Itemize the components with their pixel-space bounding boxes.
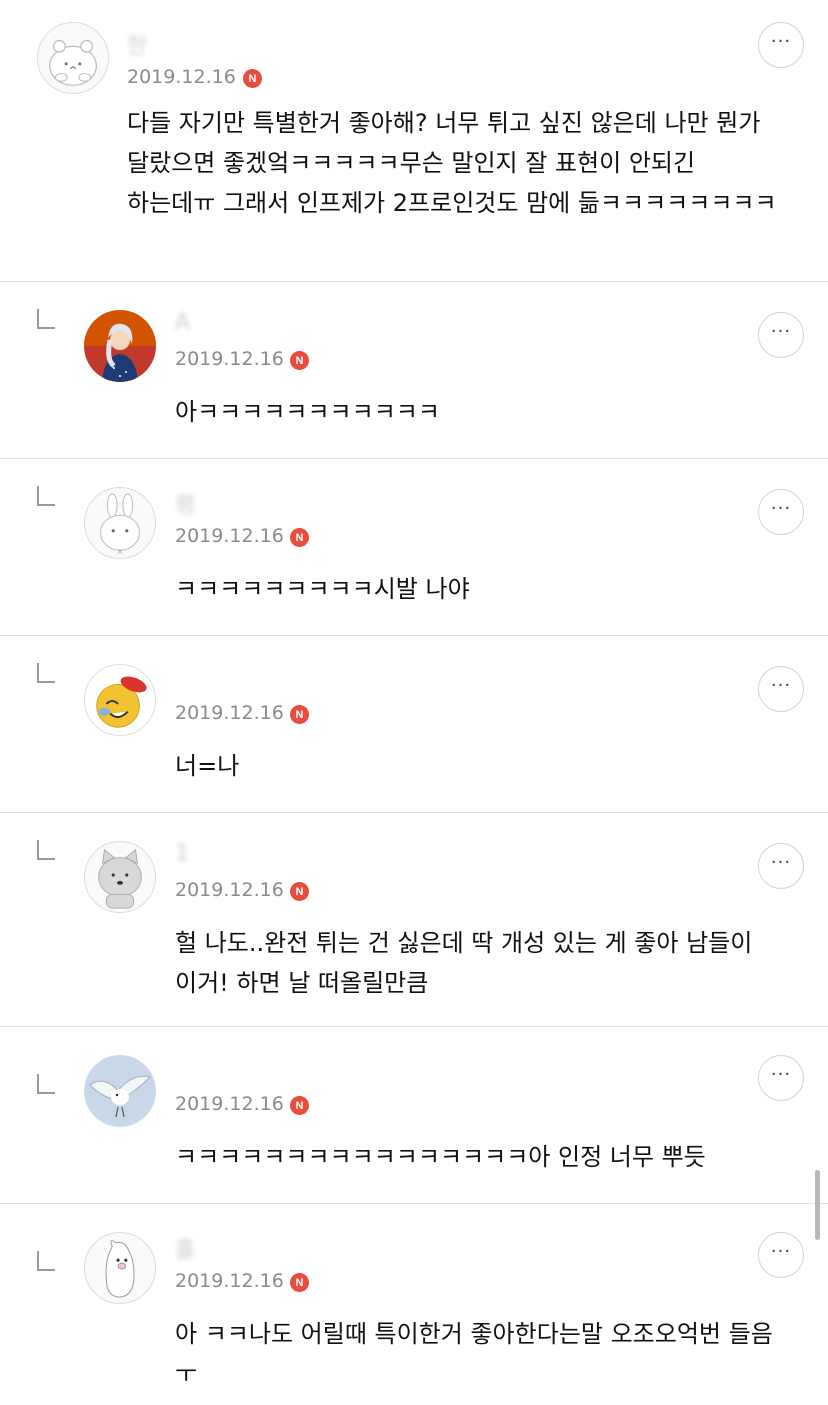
more-options-button[interactable]: ··· xyxy=(758,489,804,535)
new-badge: N xyxy=(290,882,309,901)
rabbit-icon[interactable]: × xyxy=(84,487,156,559)
comment-text: 다들 자기만 특별한거 좋아해? 너무 튀고 싶진 않은데 나만 뭔가 달랐으면… xyxy=(127,109,777,217)
comment-text: ㅋㅋㅋㅋㅋㅋㅋㅋㅋㅋㅋㅋㅋㅋㅋㅋ아 인정 너무 뿌듯 xyxy=(175,1143,706,1171)
new-badge: N xyxy=(243,69,262,88)
comment-text: ㅋㅋㅋㅋㅋㅋㅋㅋㅋ시발 나야 xyxy=(175,575,470,603)
comment-date: 2019.12.16 xyxy=(175,702,284,724)
new-badge: N xyxy=(290,1273,309,1292)
comment-date: 2019.12.16 xyxy=(175,879,284,901)
comment-date: 2019.12.16 xyxy=(127,66,236,88)
more-icon: ··· xyxy=(770,675,792,696)
comment-author[interactable]: 1 xyxy=(175,841,195,866)
more-options-button[interactable]: ··· xyxy=(758,666,804,712)
more-icon: ··· xyxy=(770,852,792,873)
more-options-button[interactable]: ··· xyxy=(758,22,804,68)
more-icon: ··· xyxy=(770,1241,792,1262)
comment-item: 한 2019.12.16 N ··· 다들 자기만 특별한거 좋아해? 너무 튀… xyxy=(0,0,828,282)
more-icon: ··· xyxy=(770,31,792,52)
more-options-button[interactable]: ··· xyxy=(758,843,804,889)
comment-date: 2019.12.16 xyxy=(175,348,284,370)
comment-text: 아 ㅋㅋ나도 어릴때 특이한거 좋아한다는말 오조오억번 들음 ㅜ xyxy=(175,1320,773,1388)
reply-item: 2019.12.16 N ··· ㅋㅋㅋㅋㅋㅋㅋㅋㅋㅋㅋㅋㅋㅋㅋㅋ아 인정 너무… xyxy=(0,1027,828,1204)
comment-text: 너=나 xyxy=(175,752,240,780)
new-badge: N xyxy=(290,1096,309,1115)
reply-item: A 2019.12.16 N ··· 아ㅋㅋㅋㅋㅋㅋㅋㅋㅋㅋㅋ xyxy=(0,282,828,459)
comment-date: 2019.12.16 xyxy=(175,525,284,547)
more-options-button[interactable]: ··· xyxy=(758,1055,804,1101)
comment-author[interactable]: 흘 xyxy=(175,1232,201,1264)
comment-author[interactable]: 평 xyxy=(175,487,201,519)
more-options-button[interactable]: ··· xyxy=(758,312,804,358)
emoji-face-icon[interactable] xyxy=(84,664,156,736)
more-options-button[interactable]: ··· xyxy=(758,1232,804,1278)
reply-item: 2019.12.16 N ··· 너=나 xyxy=(0,636,828,813)
reply-item: × 평 2019.12.16 N ··· ㅋㅋㅋㅋㅋㅋㅋㅋㅋ시발 나야 xyxy=(0,459,828,636)
penguin-icon[interactable] xyxy=(84,1232,156,1304)
new-badge: N xyxy=(290,528,309,547)
princess-avatar-icon[interactable] xyxy=(84,310,156,382)
svg-text:×: × xyxy=(117,547,124,556)
cat-icon[interactable] xyxy=(84,841,156,913)
reply-arrow-icon xyxy=(37,1251,55,1271)
new-badge: N xyxy=(290,351,309,370)
reply-arrow-icon xyxy=(37,486,55,506)
reply-arrow-icon xyxy=(37,309,55,329)
comment-author[interactable]: A xyxy=(175,310,196,335)
reply-arrow-icon xyxy=(37,1074,55,1094)
comment-text: 헐 나도..완전 튀는 건 싫은데 딱 개성 있는 게 좋아 남들이 이거! 하… xyxy=(175,929,753,997)
scrollbar[interactable] xyxy=(815,1170,820,1240)
more-icon: ··· xyxy=(770,1064,792,1085)
comment-author[interactable]: 한 xyxy=(127,28,153,60)
new-badge: N xyxy=(290,705,309,724)
reply-arrow-icon xyxy=(37,663,55,683)
reply-arrow-icon xyxy=(37,840,55,860)
more-icon: ··· xyxy=(770,498,792,519)
comment-date: 2019.12.16 xyxy=(175,1270,284,1292)
reply-item: 흘 2019.12.16 N ··· 아 ㅋㅋ나도 어릴때 특이한거 좋아한다는… xyxy=(0,1204,828,1405)
reply-item: 1 2019.12.16 N ··· 헐 나도..완전 튀는 건 싫은데 딱 개… xyxy=(0,813,828,1027)
bird-icon[interactable] xyxy=(84,1055,156,1127)
more-icon: ··· xyxy=(770,321,792,342)
comment-text: 아ㅋㅋㅋㅋㅋㅋㅋㅋㅋㅋㅋ xyxy=(175,398,440,426)
hamster-icon[interactable] xyxy=(37,22,109,94)
comment-date: 2019.12.16 xyxy=(175,1093,284,1115)
